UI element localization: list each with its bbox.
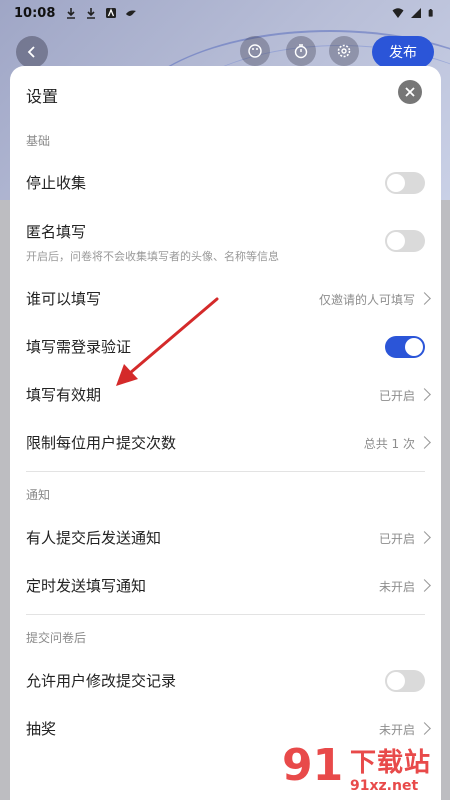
close-button[interactable]: [398, 80, 422, 104]
chevron-right-icon: [418, 579, 431, 592]
row-label: 填写有效期: [26, 386, 102, 404]
login-required-toggle[interactable]: [385, 336, 425, 358]
chevron-right-icon: [418, 292, 431, 305]
row-label: 谁可以填写: [26, 290, 102, 308]
row-label: 匿名填写: [26, 223, 87, 241]
anonymous-toggle[interactable]: [385, 230, 425, 252]
setting-row-validity[interactable]: 填写有效期 已开启: [10, 374, 441, 414]
row-value: 已开启: [378, 532, 415, 546]
row-label: 停止收集: [26, 174, 87, 192]
section-label-notify: 通知: [26, 488, 51, 502]
wifi-icon: [392, 8, 404, 18]
row-label: 定时发送填写通知: [26, 577, 147, 595]
dialog-title: 设置: [26, 87, 59, 106]
app-notification-icon: [106, 8, 117, 18]
divider: [26, 614, 425, 615]
row-value: 仅邀请的人可填写: [318, 293, 415, 307]
download-icon: [87, 8, 96, 19]
setting-row-scheduled-notify[interactable]: 定时发送填写通知 未开启: [10, 565, 441, 605]
watermark-number: 91: [282, 740, 344, 791]
settings-button[interactable]: [329, 36, 359, 66]
download-icon: [67, 8, 76, 19]
row-label: 允许用户修改提交记录: [26, 672, 177, 690]
status-bar: 10:08: [0, 0, 450, 26]
watermark-logo: 91 下载站 91xz.net: [280, 738, 450, 800]
chevron-right-icon: [418, 388, 431, 401]
row-label: 限制每位用户提交次数: [26, 434, 177, 452]
setting-row-limit-submit[interactable]: 限制每位用户提交次数 总共 1 次: [10, 422, 441, 462]
chevron-right-icon: [418, 436, 431, 449]
chevron-right-icon: [418, 722, 431, 735]
row-value: 已开启: [378, 389, 415, 403]
section-label-after-submit: 提交问卷后: [26, 631, 87, 645]
bird-notification-icon: [126, 10, 137, 16]
row-label: 抽奖: [26, 720, 57, 738]
setting-row-who-can-fill[interactable]: 谁可以填写 仅邀请的人可填写: [10, 278, 441, 318]
settings-dialog: 设置 基础 停止收集 匿名填写 开启后，问卷将不会收集填写者的头像、名称等信息 …: [10, 66, 441, 800]
chevron-left-icon: [27, 46, 35, 58]
setting-row-allow-edit[interactable]: 允许用户修改提交记录: [10, 660, 441, 700]
row-description: 开启后，问卷将不会收集填写者的头像、名称等信息: [26, 250, 279, 263]
palette-icon: [248, 44, 262, 58]
divider: [26, 471, 425, 472]
timer-icon: [294, 44, 308, 59]
app-bar: 发布: [0, 36, 450, 70]
watermark-url: 91xz.net: [350, 778, 419, 794]
row-label: 填写需登录验证: [26, 338, 132, 356]
row-value: 未开启: [378, 580, 415, 594]
theme-button[interactable]: [240, 36, 270, 66]
publish-button[interactable]: 发布: [372, 36, 434, 68]
battery-icon: [428, 9, 433, 17]
close-icon: [405, 87, 415, 97]
section-label-basic: 基础: [26, 134, 51, 148]
chevron-right-icon: [418, 531, 431, 544]
allow-edit-toggle[interactable]: [385, 670, 425, 692]
back-button[interactable]: [16, 36, 48, 68]
status-time: 10:08: [14, 5, 56, 21]
setting-row-login-required[interactable]: 填写需登录验证: [10, 326, 441, 366]
watermark-text: 下载站: [350, 748, 432, 778]
row-label: 有人提交后发送通知: [26, 529, 162, 547]
setting-row-notify-on-submit[interactable]: 有人提交后发送通知 已开启: [10, 517, 441, 557]
stop-collect-toggle[interactable]: [385, 172, 425, 194]
gear-icon: [337, 44, 351, 58]
row-value: 总共 1 次: [363, 437, 415, 451]
signal-icon: [411, 8, 421, 18]
setting-row-stop-collect[interactable]: 停止收集: [10, 162, 441, 202]
setting-row-anonymous[interactable]: 匿名填写 开启后，问卷将不会收集填写者的头像、名称等信息: [10, 214, 441, 266]
row-value: 未开启: [378, 723, 415, 737]
timer-button[interactable]: [286, 36, 316, 66]
